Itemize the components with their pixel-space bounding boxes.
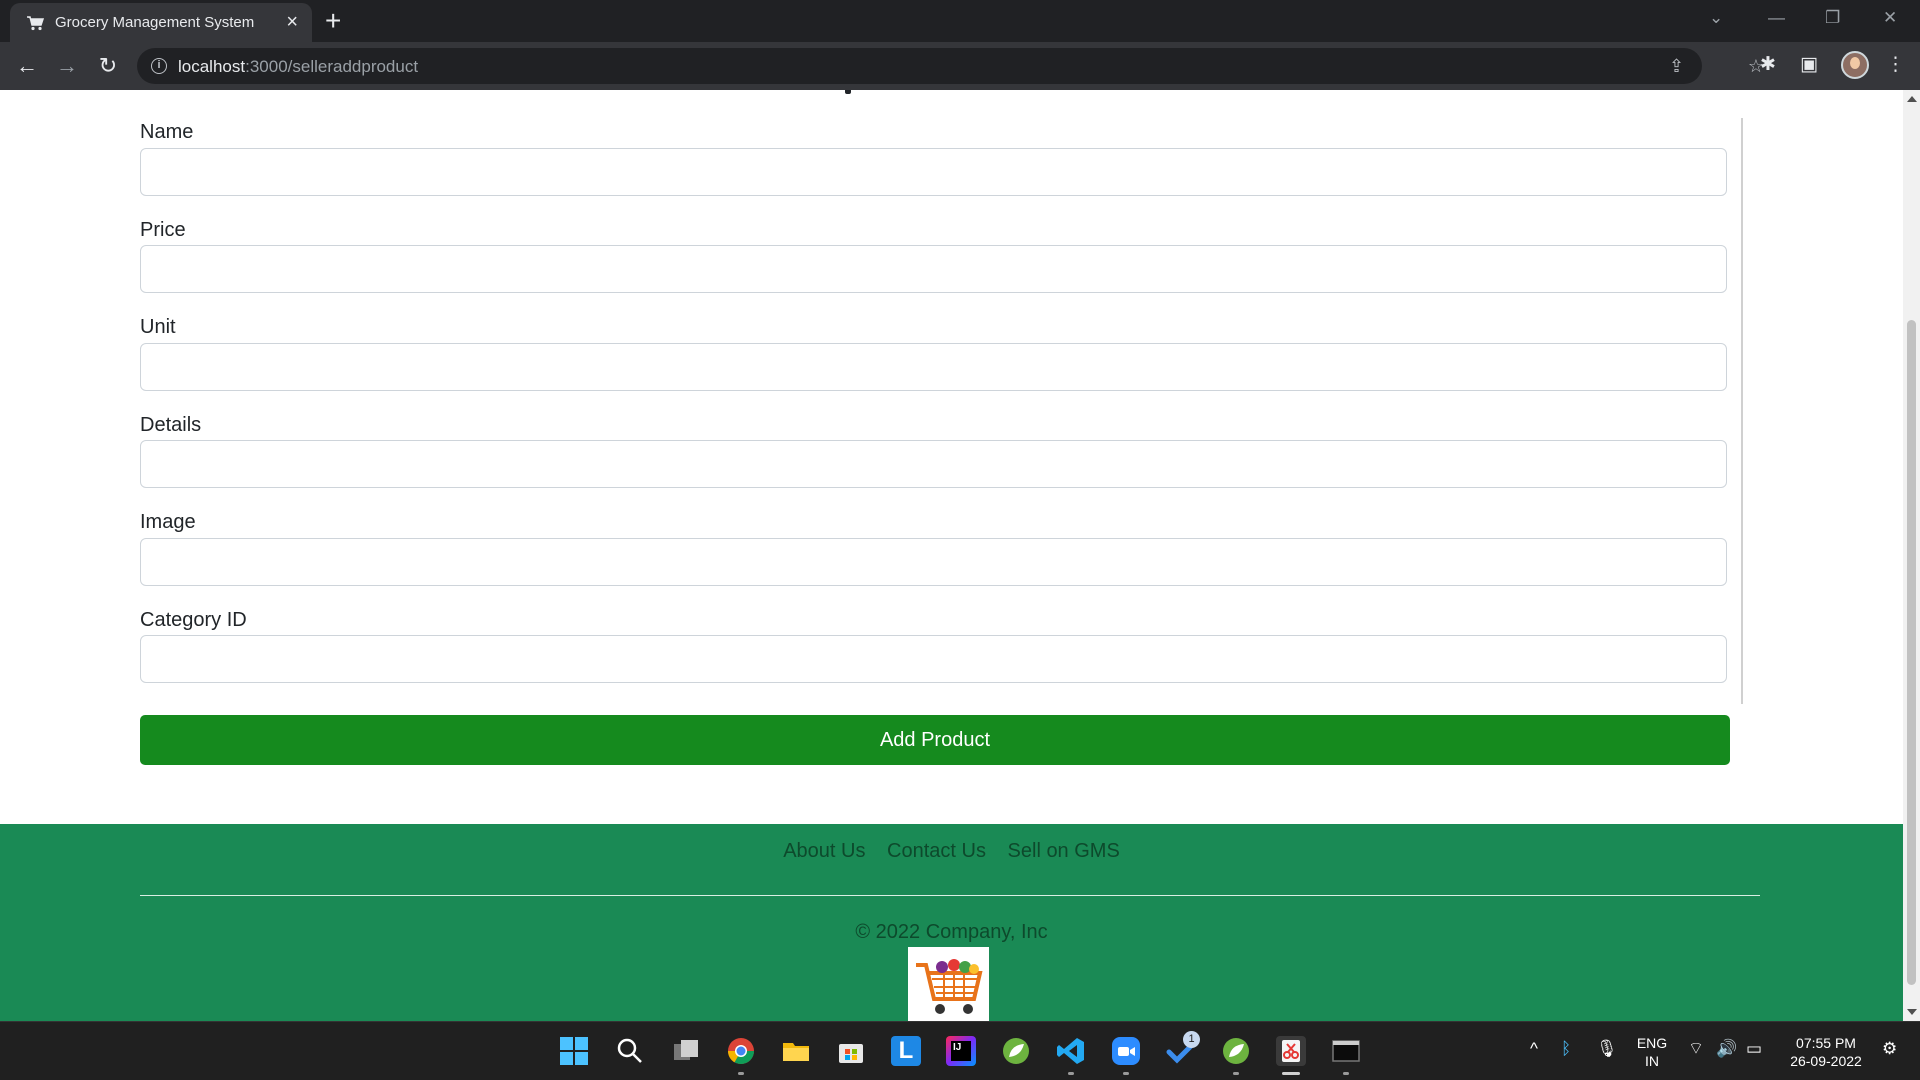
- spring-running-indicator: [1233, 1072, 1239, 1075]
- forward-button[interactable]: →: [53, 52, 81, 80]
- tab-search-icon[interactable]: ⌄: [1709, 8, 1723, 28]
- zoom-icon[interactable]: [1111, 1036, 1141, 1066]
- minimize-button[interactable]: —: [1768, 8, 1785, 28]
- side-panel-icon[interactable]: ▣: [1800, 54, 1818, 76]
- vscode-running-indicator: [1068, 1072, 1074, 1075]
- language-indicator[interactable]: ENG IN: [1630, 1034, 1674, 1070]
- chrome-icon[interactable]: [726, 1036, 756, 1066]
- scroll-up-arrow[interactable]: [1907, 96, 1917, 102]
- page-scrollbar[interactable]: [1903, 90, 1920, 1021]
- footer-link-about-us[interactable]: About Us: [783, 840, 865, 863]
- name-label: Name: [140, 121, 194, 143]
- site-info-icon[interactable]: i: [151, 58, 167, 74]
- scroll-down-arrow[interactable]: [1907, 1009, 1917, 1015]
- footer-nav: About Us Contact Us Sell on GMS: [0, 840, 1903, 863]
- todo-badge: 1: [1183, 1031, 1200, 1048]
- hidden-icons-chevron[interactable]: ^: [1530, 1038, 1538, 1060]
- scroll-thumb[interactable]: [1907, 320, 1916, 985]
- share-icon[interactable]: ⇪: [1669, 56, 1684, 76]
- page-heading-fragment: [845, 90, 851, 94]
- todo-icon[interactable]: 1: [1166, 1031, 1200, 1066]
- unit-label: Unit: [140, 316, 176, 338]
- zoom-running-indicator: [1123, 1072, 1129, 1075]
- category-id-label: Category ID: [140, 609, 247, 631]
- name-input[interactable]: [140, 148, 1727, 196]
- terminal-running-indicator: [1343, 1072, 1349, 1075]
- footer-divider: [140, 895, 1760, 896]
- microphone-icon[interactable]: 🎙: [1596, 1038, 1618, 1060]
- notification-icon[interactable]: ⚙: [1882, 1038, 1897, 1060]
- unit-input[interactable]: [140, 343, 1727, 391]
- page-viewport: Name Price Unit Details Image Category I…: [0, 90, 1903, 1021]
- category-id-input[interactable]: [140, 635, 1727, 683]
- task-view-icon[interactable]: [671, 1036, 701, 1066]
- tab-title: Grocery Management System: [55, 14, 255, 31]
- wifi-icon[interactable]: ⌔: [1688, 1038, 1704, 1060]
- terminal-icon[interactable]: [1331, 1036, 1361, 1066]
- windows-start-icon[interactable]: [559, 1036, 589, 1066]
- snipping-tool-icon[interactable]: [1276, 1036, 1306, 1066]
- l-app-icon[interactable]: L: [891, 1036, 921, 1066]
- restore-button[interactable]: ❐: [1825, 8, 1840, 28]
- bluetooth-icon[interactable]: ᛒ: [1561, 1038, 1571, 1060]
- battery-icon[interactable]: ▭: [1746, 1038, 1762, 1060]
- price-input[interactable]: [140, 245, 1727, 293]
- windows-taskbar: L IJ 1 ^ ᛒ 🎙 ENG IN ⌔ 🔊 ▭ 07:55 PM 26-09…: [0, 1021, 1920, 1080]
- browser-toolbar: ← → ↻ i localhost:3000/selleraddproduct …: [0, 42, 1920, 90]
- site-footer: About Us Contact Us Sell on GMS © 2022 C…: [0, 824, 1903, 1021]
- details-input[interactable]: [140, 440, 1727, 488]
- reload-button[interactable]: ↻: [94, 52, 122, 80]
- footer-link-contact-us[interactable]: Contact Us: [887, 840, 986, 863]
- intellij-icon[interactable]: IJ: [946, 1036, 976, 1066]
- close-window-button[interactable]: ✕: [1883, 8, 1897, 28]
- extensions-icon[interactable]: ✱: [1760, 54, 1776, 76]
- grocery-cart-logo: [908, 947, 989, 1021]
- add-product-button[interactable]: Add Product: [140, 715, 1730, 765]
- form-container-border: [1741, 118, 1743, 704]
- grocery-cart-icon: [916, 959, 983, 1014]
- spring-tool-icon[interactable]: [1001, 1036, 1031, 1066]
- back-button[interactable]: ←: [13, 52, 41, 80]
- snipping-active-indicator: [1282, 1072, 1300, 1075]
- spring-tool-icon-2[interactable]: [1221, 1036, 1251, 1066]
- copyright-text: © 2022 Company, Inc: [855, 921, 1048, 943]
- details-label: Details: [140, 414, 202, 436]
- chrome-running-indicator: [738, 1072, 744, 1075]
- microsoft-store-icon[interactable]: [836, 1036, 866, 1066]
- image-label: Image: [140, 511, 196, 533]
- menu-dots-icon[interactable]: ⋮: [1886, 54, 1905, 76]
- vscode-icon[interactable]: [1056, 1036, 1086, 1066]
- profile-avatar[interactable]: [1841, 51, 1869, 79]
- clock[interactable]: 07:55 PM 26-09-2022: [1778, 1034, 1874, 1070]
- address-bar[interactable]: i localhost:3000/selleraddproduct ⇪ ☆: [137, 48, 1764, 84]
- browser-tab[interactable]: Grocery Management System ×: [10, 3, 312, 42]
- footer-link-sell-on-gms[interactable]: Sell on GMS: [1008, 840, 1120, 863]
- price-label: Price: [140, 219, 186, 241]
- volume-icon[interactable]: 🔊: [1716, 1038, 1737, 1060]
- cart-icon: [27, 16, 44, 31]
- browser-tab-bar: Grocery Management System × + ⌄ — ❐ ✕: [0, 0, 1920, 42]
- close-tab-icon[interactable]: ×: [286, 11, 298, 33]
- image-input[interactable]: [140, 538, 1727, 586]
- search-icon[interactable]: [615, 1036, 645, 1066]
- new-tab-button[interactable]: +: [325, 6, 341, 36]
- url-text[interactable]: localhost:3000/selleraddproduct: [178, 57, 418, 77]
- file-explorer-icon[interactable]: [781, 1036, 811, 1066]
